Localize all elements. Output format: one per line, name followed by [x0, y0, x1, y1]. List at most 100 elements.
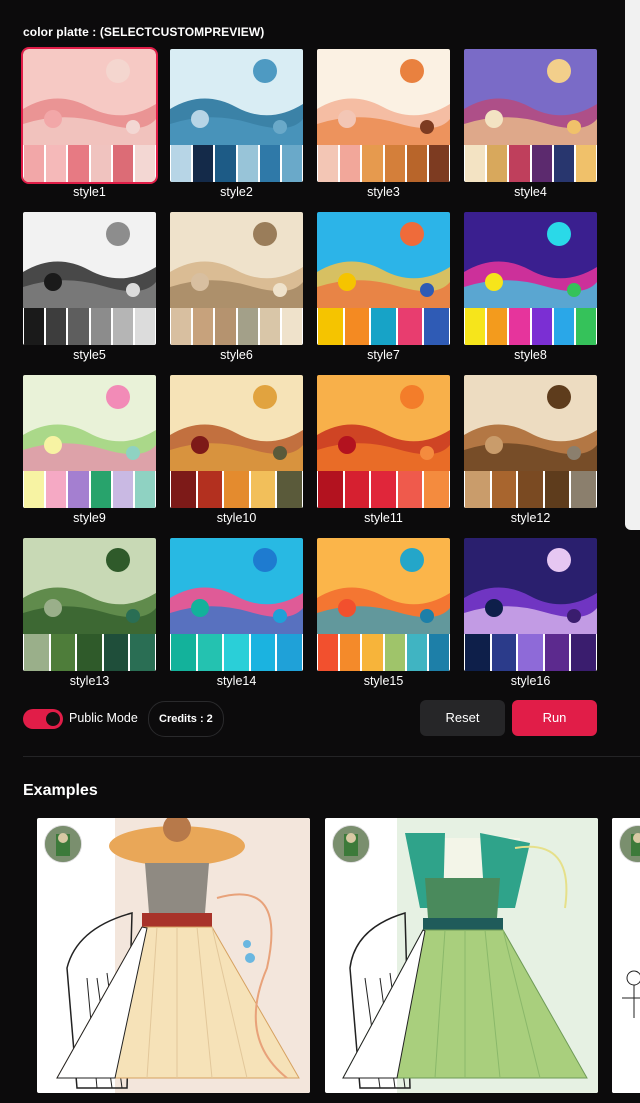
color-swatch — [344, 308, 370, 345]
style-tile-4[interactable] — [464, 49, 597, 182]
color-swatch — [237, 308, 258, 345]
scrollbar-track[interactable] — [625, 0, 640, 530]
color-swatch — [340, 145, 361, 182]
palette-swatches — [317, 634, 450, 671]
color-swatch — [318, 634, 339, 671]
style-label: style13 — [69, 674, 110, 688]
color-swatch — [224, 634, 249, 671]
style-tile-1[interactable] — [21, 47, 158, 184]
style-label: style16 — [510, 674, 551, 688]
example-card-3[interactable] — [612, 818, 640, 1093]
color-swatch — [340, 634, 361, 671]
color-swatch — [397, 308, 423, 345]
example-card-2[interactable] — [325, 818, 598, 1093]
style-tile-15[interactable] — [317, 538, 450, 671]
avatar — [332, 825, 370, 863]
color-swatch — [281, 145, 303, 182]
style-tile-13[interactable] — [23, 538, 156, 671]
style-tile-12[interactable] — [464, 375, 597, 508]
style-artwork — [317, 49, 450, 145]
style-tile-2[interactable] — [170, 49, 303, 182]
color-swatch — [544, 471, 570, 508]
color-swatch — [224, 471, 249, 508]
color-swatch — [68, 145, 89, 182]
color-swatch — [215, 145, 236, 182]
color-swatch — [46, 308, 67, 345]
public-mode-toggle[interactable] — [23, 709, 63, 729]
color-swatch — [518, 634, 543, 671]
style-artwork — [170, 212, 303, 308]
color-swatch — [112, 145, 133, 182]
color-swatch — [487, 145, 508, 182]
color-swatch — [112, 471, 133, 508]
color-swatch — [465, 308, 486, 345]
section-divider — [23, 756, 640, 757]
color-swatch — [344, 471, 370, 508]
color-swatch — [465, 471, 490, 508]
color-swatch — [281, 308, 303, 345]
style-artwork — [464, 49, 597, 145]
color-swatch — [406, 634, 427, 671]
color-swatch — [171, 145, 192, 182]
style-artwork — [317, 212, 450, 308]
style-tile-8[interactable] — [464, 212, 597, 345]
color-swatch — [428, 634, 450, 671]
style-artwork — [317, 375, 450, 471]
example-card-1[interactable] — [37, 818, 310, 1093]
palette-swatches — [317, 308, 450, 345]
palette-swatches — [23, 471, 156, 508]
style-tile-10[interactable] — [170, 375, 303, 508]
style-tile-11[interactable] — [317, 375, 450, 508]
style-artwork — [170, 49, 303, 145]
color-swatch — [68, 308, 89, 345]
color-swatch — [487, 308, 508, 345]
color-swatch — [215, 308, 236, 345]
color-swatch — [134, 471, 156, 508]
color-swatch — [90, 308, 111, 345]
color-swatch — [571, 634, 596, 671]
color-swatch — [362, 634, 383, 671]
color-swatch — [259, 145, 280, 182]
example-image-2 — [342, 818, 598, 1093]
color-swatch — [553, 308, 574, 345]
style-label: style8 — [514, 348, 547, 362]
style-label: style14 — [216, 674, 257, 688]
color-swatch — [90, 471, 111, 508]
style-tile-14[interactable] — [170, 538, 303, 671]
style-tile-6[interactable] — [170, 212, 303, 345]
style-tile-16[interactable] — [464, 538, 597, 671]
color-swatch — [237, 145, 258, 182]
style-tile-7[interactable] — [317, 212, 450, 345]
style-artwork — [464, 212, 597, 308]
style-tile-5[interactable] — [23, 212, 156, 345]
style-label: style12 — [510, 511, 551, 525]
palette-swatches — [464, 634, 597, 671]
color-swatch — [193, 145, 214, 182]
color-swatch — [112, 308, 133, 345]
color-swatch — [544, 634, 570, 671]
palette-swatches — [170, 308, 303, 345]
color-swatch — [90, 145, 111, 182]
style-tile-3[interactable] — [317, 49, 450, 182]
style-label: style2 — [220, 185, 253, 199]
color-swatch — [428, 145, 450, 182]
examples-title: Examples — [23, 782, 98, 799]
color-swatch — [518, 471, 543, 508]
public-mode-label: Public Mode — [69, 711, 138, 725]
color-swatch — [571, 471, 596, 508]
palette-swatches — [464, 308, 597, 345]
run-button[interactable]: Run — [512, 700, 597, 736]
style-label: style15 — [363, 674, 404, 688]
color-swatch — [197, 471, 223, 508]
color-swatch — [197, 634, 223, 671]
reset-button[interactable]: Reset — [420, 700, 505, 736]
palette-section-title: color platte : (SELECTCUSTOMPREVIEW) — [23, 25, 265, 39]
color-swatch — [250, 634, 276, 671]
palette-swatches — [464, 145, 597, 182]
palette-swatches — [170, 471, 303, 508]
style-tile-9[interactable] — [23, 375, 156, 508]
color-swatch — [24, 308, 45, 345]
style-label: style10 — [216, 511, 257, 525]
color-swatch — [68, 471, 89, 508]
style-artwork — [23, 212, 156, 308]
